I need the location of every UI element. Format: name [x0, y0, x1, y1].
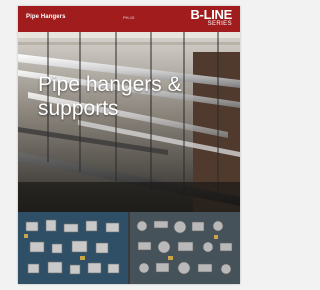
section-label: Pipe Hangers — [26, 14, 66, 20]
cover-title-line2: supports — [38, 97, 119, 120]
pipes-photo — [18, 32, 240, 212]
brand-series: SERIES — [207, 21, 232, 27]
cover-title-line1: Pipe hangers & — [38, 73, 182, 96]
page-code: PH-10 — [123, 15, 135, 20]
catalog-cover[interactable]: Pipe Hangers PH-10 B-LINE SERIES Pipe ha… — [18, 6, 240, 284]
cover-title: Pipe hangers & supports — [38, 73, 238, 121]
brand-logo: B-LINE SERIES — [190, 7, 232, 28]
product-gallery — [18, 212, 240, 284]
cover-header-bar: Pipe Hangers PH-10 B-LINE SERIES — [18, 6, 240, 32]
catalog-page: Pipe Hangers PH-10 B-LINE SERIES Pipe ha… — [0, 0, 257, 290]
brand-name: B-LINE — [190, 7, 232, 22]
